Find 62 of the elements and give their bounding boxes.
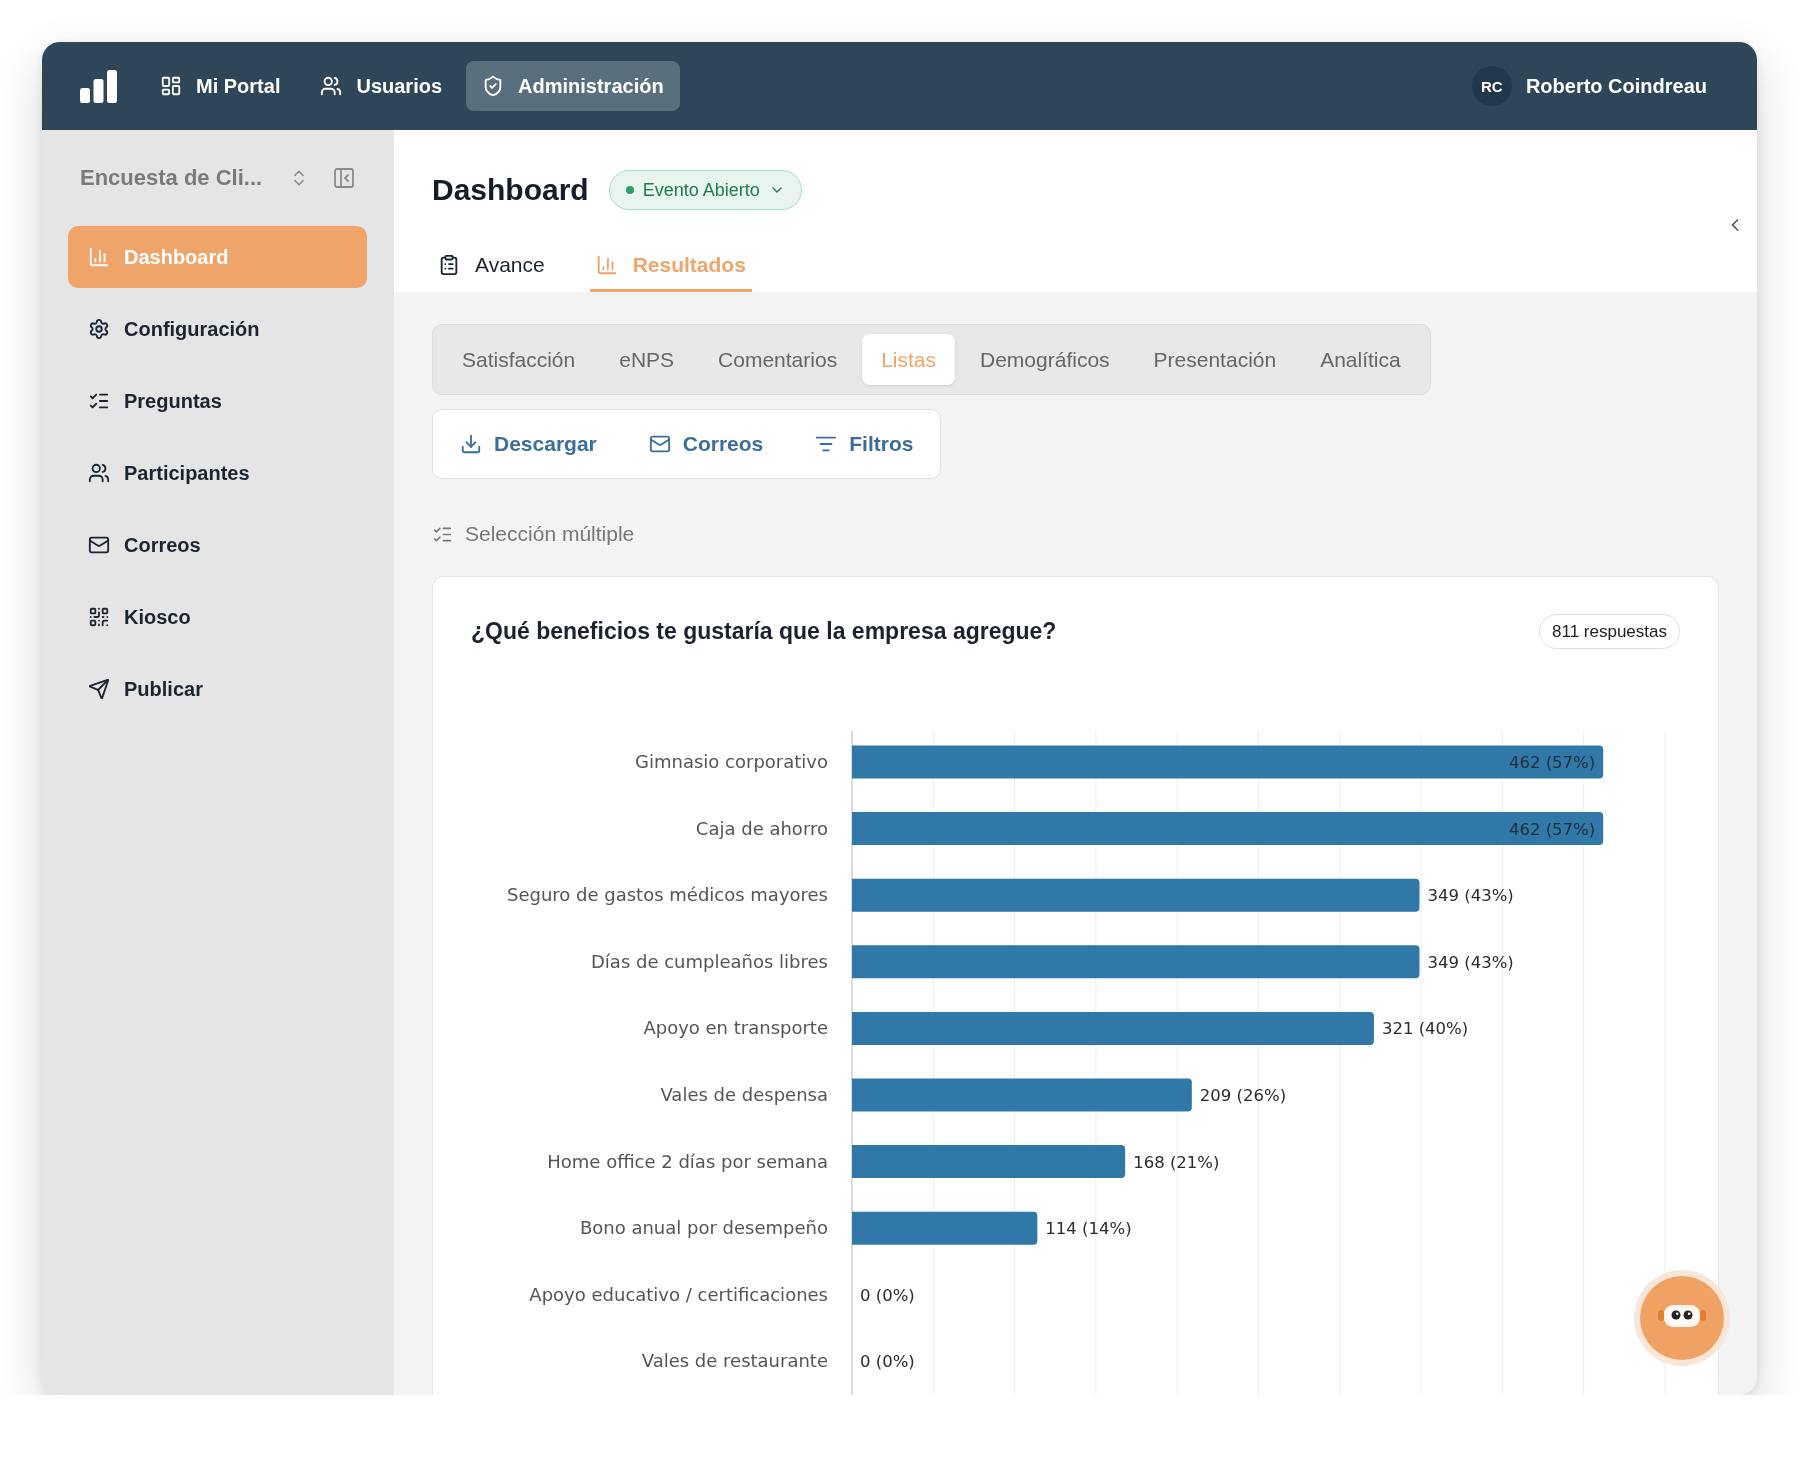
qr-code-icon — [88, 606, 110, 628]
category-label: Seguro de gastos médicos mayores — [506, 884, 828, 906]
user-name[interactable]: Roberto Coindreau — [1525, 74, 1707, 98]
value-label: 349 (43%) — [1427, 886, 1514, 906]
results-tab[interactable]: eNPS — [600, 334, 694, 385]
results-tab[interactable]: Presentación — [1134, 334, 1296, 385]
value-label: 321 (40%) — [1381, 1019, 1469, 1039]
category-label: Apoyo en transporte — [643, 1017, 828, 1039]
sidebar-item[interactable]: Kiosco — [68, 586, 367, 648]
bar-chart-icon — [88, 246, 110, 268]
user-avatar[interactable]: RC — [1471, 66, 1512, 106]
category-label: Bono anual por desempeño — [579, 1217, 828, 1239]
category-label: Apoyo educativo / certificaciones — [529, 1283, 828, 1305]
download-icon — [460, 433, 482, 455]
value-label: 114 (14%) — [1045, 1219, 1132, 1239]
action-button[interactable]: Descargar — [446, 420, 611, 468]
robot-face-icon[interactable] — [1634, 1270, 1730, 1366]
page-title: Dashboard — [432, 173, 589, 207]
gear-icon — [88, 318, 110, 340]
value-label: 0 (0%) — [860, 1285, 915, 1305]
question-title: ¿Qué beneficios te gustaría que la empresa agregue? — [471, 618, 1057, 645]
results-tab[interactable]: Comentarios — [699, 334, 857, 385]
status-dot-icon — [625, 186, 634, 194]
results-tab[interactable]: Demográficos — [961, 334, 1129, 385]
sidebar-item[interactable]: Configuración — [68, 298, 367, 360]
mail-icon — [648, 433, 671, 455]
mail-icon — [88, 534, 110, 556]
category-label: Caja de ahorro — [695, 817, 828, 839]
panel-collapse-icon[interactable] — [332, 166, 356, 190]
users-icon — [88, 462, 110, 484]
status-dropdown[interactable]: Evento Abierto — [608, 170, 802, 210]
value-label: 349 (43%) — [1427, 952, 1514, 972]
category-label: Gimnasio corporativo — [635, 751, 828, 772]
bars-logo[interactable] — [80, 69, 117, 103]
value-label: 462 (57%) — [1508, 753, 1596, 772]
results-tab[interactable]: Satisfacción — [443, 334, 595, 385]
action-button[interactable]: Correos — [634, 420, 778, 468]
category-label: Días de cumpleaños libres — [591, 950, 828, 972]
survey-title[interactable]: Encuesta de Cli... — [80, 165, 263, 191]
bar-chart-icon — [595, 254, 618, 276]
value-label: 462 (57%) — [1508, 819, 1596, 839]
paper-plane-icon — [88, 678, 110, 700]
sidebar-item[interactable]: Preguntas — [68, 370, 367, 432]
category-label: Home office 2 días por semana — [547, 1150, 828, 1172]
section-label: Selección múltiple — [465, 522, 635, 546]
value-label: 168 (21%) — [1133, 1152, 1220, 1172]
category-label: Vales de restaurante — [641, 1350, 828, 1372]
category-label: Vales de despensa — [660, 1084, 828, 1105]
view-tab[interactable]: Avance — [432, 241, 551, 292]
sidebar-item[interactable]: Correos — [68, 514, 367, 576]
grid-icon — [160, 75, 182, 97]
sidebar-item[interactable]: Publicar — [68, 658, 367, 720]
action-button[interactable]: Filtros — [801, 420, 928, 468]
nav-link[interactable]: Usuarios — [304, 61, 459, 111]
value-label: 209 (26%) — [1199, 1086, 1287, 1105]
results-tab[interactable]: Analítica — [1301, 334, 1420, 385]
clipboard-list-icon — [438, 254, 460, 276]
users-icon — [320, 75, 343, 97]
value-label: 0 (0%) — [860, 1352, 915, 1372]
nav-link[interactable]: Mi Portal — [144, 61, 297, 111]
sidebar-item[interactable]: Participantes — [68, 442, 367, 504]
nav-link[interactable]: Administración — [466, 61, 680, 111]
